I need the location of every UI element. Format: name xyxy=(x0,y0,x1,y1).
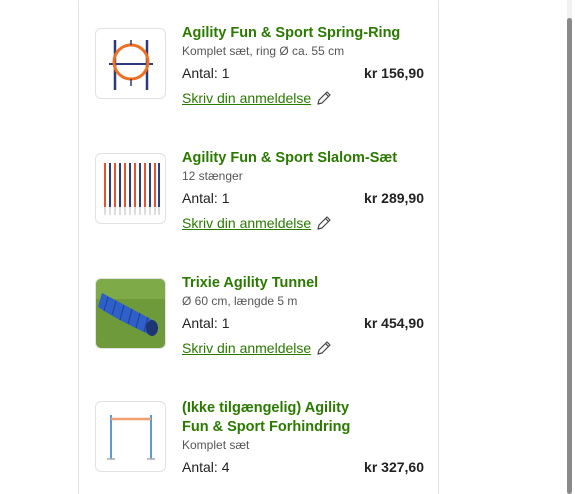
product-variant: 12 stænger xyxy=(182,169,243,183)
product-variant: Komplet sæt xyxy=(182,438,250,452)
scrollbar[interactable] xyxy=(567,0,572,494)
price: kr 289,90 xyxy=(364,190,424,206)
product-image-tunnel[interactable] xyxy=(95,278,166,349)
pencil-icon xyxy=(317,91,331,105)
hurdle-image xyxy=(106,414,155,460)
order-items-card: Agility Fun & Sport Spring-Ring Komplet … xyxy=(78,0,439,494)
price: kr 454,90 xyxy=(364,315,424,331)
item-info: (Ikke tilgængelig) Agility Fun & Sport F… xyxy=(182,399,424,475)
product-title[interactable]: Trixie Agility Tunnel xyxy=(182,274,424,293)
review-label: Skriv din anmeldelse xyxy=(182,215,312,231)
slalom-poles-image xyxy=(103,162,160,215)
item-info: Agility Fun & Sport Spring-Ring Komplet … xyxy=(182,24,424,108)
quantity: Antal: 1 xyxy=(182,65,230,81)
write-review-link[interactable]: Skriv din anmeldelse xyxy=(182,340,332,356)
spring-ring-image xyxy=(108,39,153,90)
quantity: Antal: 1 xyxy=(182,315,230,331)
write-review-link[interactable]: Skriv din anmeldelse xyxy=(182,90,332,106)
quantity: Antal: 4 xyxy=(182,459,230,475)
qty-price-row: Antal: 1 kr 156,90 xyxy=(182,65,424,81)
item-info: Agility Fun & Sport Slalom-Sæt 12 stænge… xyxy=(182,149,424,233)
agility-tunnel-image xyxy=(96,279,165,348)
product-image-slalom[interactable] xyxy=(95,153,166,224)
product-title[interactable]: (Ikke tilgængelig) Agility Fun & Sport F… xyxy=(182,399,362,437)
qty-price-row: Antal: 1 kr 289,90 xyxy=(182,190,424,206)
product-variant: Komplet sæt, ring Ø ca. 55 cm xyxy=(182,44,345,58)
review-label: Skriv din anmeldelse xyxy=(182,340,312,356)
order-page: Agility Fun & Sport Spring-Ring Komplet … xyxy=(0,0,575,494)
price: kr 327,60 xyxy=(364,459,424,475)
qty-price-row: Antal: 4 kr 327,60 xyxy=(182,459,424,475)
qty-price-row: Antal: 1 kr 454,90 xyxy=(182,315,424,331)
review-label: Skriv din anmeldelse xyxy=(182,90,312,106)
quantity: Antal: 1 xyxy=(182,190,230,206)
product-image-hurdle[interactable] xyxy=(95,401,166,472)
pencil-icon xyxy=(317,341,331,355)
pencil-icon xyxy=(317,216,331,230)
product-variant: Ø 60 cm, længde 5 m xyxy=(182,294,298,308)
product-title[interactable]: Agility Fun & Sport Spring-Ring xyxy=(182,24,424,43)
write-review-link[interactable]: Skriv din anmeldelse xyxy=(182,215,332,231)
item-info: Trixie Agility Tunnel Ø 60 cm, længde 5 … xyxy=(182,274,424,358)
price: kr 156,90 xyxy=(364,65,424,81)
product-title[interactable]: Agility Fun & Sport Slalom-Sæt xyxy=(182,149,424,168)
scrollbar-thumb[interactable] xyxy=(567,18,572,494)
product-image-spring-ring[interactable] xyxy=(95,28,166,99)
